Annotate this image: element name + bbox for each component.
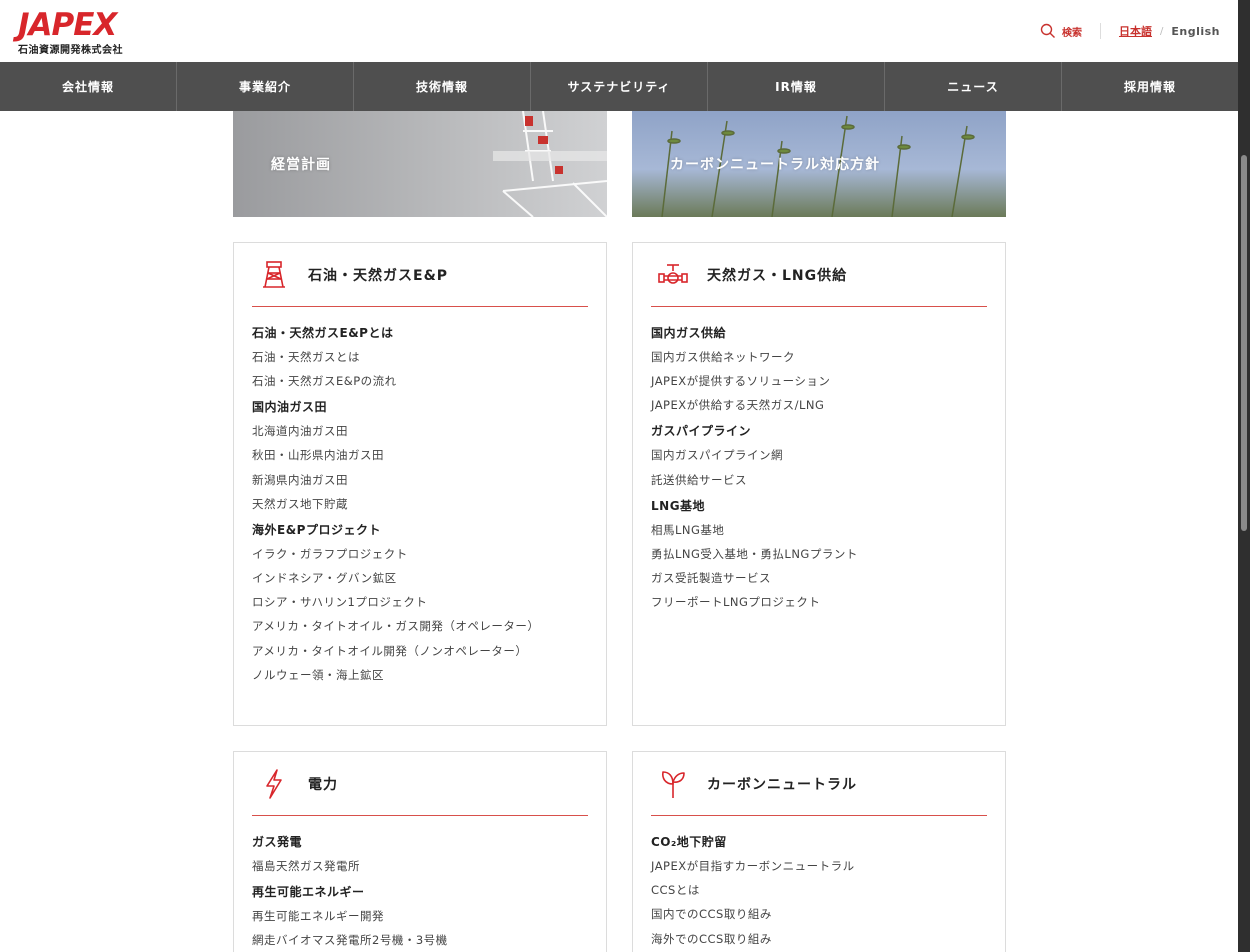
nav-item-ir[interactable]: IR情報: [708, 62, 885, 111]
carbon-neutral-policy-banner[interactable]: カーボンニュートラル対応方針: [632, 111, 1006, 217]
leaf-sprout-icon: [655, 766, 691, 802]
link-item[interactable]: フリーポートLNGプロジェクト: [651, 594, 987, 610]
power-card: 電力 ガス発電 福島天然ガス発電所 再生可能エネルギー 再生可能エネルギー開発 …: [233, 751, 607, 952]
link-item[interactable]: JAPEXが目指すカーボンニュートラル: [651, 858, 987, 874]
logo-mark: JAPEX: [18, 7, 117, 43]
lng-card-title: 天然ガス・LNG供給: [707, 267, 848, 284]
search-icon: [1040, 23, 1055, 38]
link-item[interactable]: 福島天然ガス発電所: [252, 858, 588, 874]
link-item[interactable]: 新潟県内油ガス田: [252, 472, 588, 488]
ep-group-about: 石油・天然ガスE&Pとは 石油・天然ガスとは 石油・天然ガスE&Pの流れ: [252, 325, 588, 389]
carbon-card-title: カーボンニュートラル: [707, 776, 857, 793]
page-scrollbar[interactable]: [1238, 0, 1250, 952]
lightning-icon: [256, 766, 292, 802]
management-plan-banner[interactable]: 経営計画: [233, 111, 607, 217]
carbon-neutral-policy-label: カーボンニュートラル対応方針: [670, 157, 880, 173]
scrollbar-thumb[interactable]: [1241, 155, 1247, 531]
link-item[interactable]: アメリカ・タイトオイル・ガス開発（オペレーター）: [252, 618, 588, 634]
header-utilities: 検索 日本語 / English: [1040, 20, 1220, 42]
power-card-header: 電力: [252, 752, 588, 816]
link-item[interactable]: 海外でのCCS取り組み: [651, 931, 987, 947]
ep-card: 石油・天然ガスE&P 石油・天然ガスE&Pとは 石油・天然ガスとは 石油・天然ガ…: [233, 242, 607, 726]
nav-item-news[interactable]: ニュース: [885, 62, 1062, 111]
group-title[interactable]: ガス発電: [252, 834, 588, 850]
gas-valve-icon: [655, 257, 691, 293]
carbon-card-header: カーボンニュートラル: [651, 752, 987, 816]
link-item[interactable]: 勇払LNG受入基地・勇払LNGプラント: [651, 546, 987, 562]
link-item[interactable]: 託送供給サービス: [651, 472, 987, 488]
link-item[interactable]: 秋田・山形県内油ガス田: [252, 447, 588, 463]
ep-group-overseas: 海外E&Pプロジェクト イラク・ガラフプロジェクト インドネシア・グバン鉱区 ロ…: [252, 522, 588, 683]
nav-item-business[interactable]: 事業紹介: [177, 62, 354, 111]
link-item[interactable]: JAPEXが提供するソリューション: [651, 373, 987, 389]
ep-card-header: 石油・天然ガスE&P: [252, 243, 588, 307]
japex-logo[interactable]: JAPEX 石油資源開発株式会社: [18, 7, 134, 57]
group-title[interactable]: 国内ガス供給: [651, 325, 987, 341]
header-divider: [1099, 23, 1101, 39]
group-title[interactable]: LNG基地: [651, 498, 987, 514]
nav-item-technology[interactable]: 技術情報: [354, 62, 531, 111]
lang-english-link[interactable]: English: [1171, 25, 1220, 38]
group-title[interactable]: 海外E&Pプロジェクト: [252, 522, 588, 538]
lang-japanese-link[interactable]: 日本語: [1119, 23, 1152, 39]
oil-derrick-icon: [256, 257, 292, 293]
ep-group-domestic: 国内油ガス田 北海道内油ガス田 秋田・山形県内油ガス田 新潟県内油ガス田 天然ガ…: [252, 399, 588, 512]
nav-item-recruit[interactable]: 採用情報: [1062, 62, 1238, 111]
link-item[interactable]: JAPEXが供給する天然ガス/LNG: [651, 397, 987, 413]
lng-group-pipeline: ガスパイプライン 国内ガスパイプライン網 託送供給サービス: [651, 423, 987, 487]
link-item[interactable]: 国内ガスパイプライン網: [651, 447, 987, 463]
group-title[interactable]: ガスパイプライン: [651, 423, 987, 439]
link-item[interactable]: インドネシア・グバン鉱区: [252, 570, 588, 586]
ep-card-title: 石油・天然ガスE&P: [308, 267, 449, 284]
link-item[interactable]: 国内でのCCS取り組み: [651, 906, 987, 922]
link-item[interactable]: 天然ガス地下貯蔵: [252, 496, 588, 512]
link-item[interactable]: イラク・ガラフプロジェクト: [252, 546, 588, 562]
power-card-title: 電力: [308, 776, 338, 793]
lang-separator: /: [1159, 25, 1164, 37]
carbon-card: カーボンニュートラル CO₂地下貯留 JAPEXが目指すカーボンニュートラル C…: [632, 751, 1006, 952]
carbon-group-ccs: CO₂地下貯留 JAPEXが目指すカーボンニュートラル CCSとは 国内でのCC…: [651, 834, 987, 947]
group-title[interactable]: 国内油ガス田: [252, 399, 588, 415]
power-group-gas: ガス発電 福島天然ガス発電所: [252, 834, 588, 874]
nav-item-sustainability[interactable]: サステナビリティ: [531, 62, 708, 111]
link-item[interactable]: ガス受託製造サービス: [651, 570, 987, 586]
lng-group-terminal: LNG基地 相馬LNG基地 勇払LNG受入基地・勇払LNGプラント ガス受託製造…: [651, 498, 987, 611]
lng-card: 天然ガス・LNG供給 国内ガス供給 国内ガス供給ネットワーク JAPEXが提供す…: [632, 242, 1006, 726]
lng-card-header: 天然ガス・LNG供給: [651, 243, 987, 307]
carbon-card-body: CO₂地下貯留 JAPEXが目指すカーボンニュートラル CCSとは 国内でのCC…: [651, 816, 987, 947]
management-plan-label: 経営計画: [271, 157, 331, 173]
link-item[interactable]: 再生可能エネルギー開発: [252, 908, 588, 924]
search-label: 検索: [1061, 27, 1082, 39]
power-group-renewable: 再生可能エネルギー 再生可能エネルギー開発 網走バイオマス発電所2号機・3号機: [252, 884, 588, 948]
link-item[interactable]: ロシア・サハリン1プロジェクト: [252, 594, 588, 610]
global-nav: 会社情報 事業紹介 技術情報 サステナビリティ IR情報 ニュース 採用情報: [0, 62, 1238, 111]
site-header: JAPEX 石油資源開発株式会社 検索 日本語 / English: [0, 0, 1238, 62]
link-item[interactable]: 相馬LNG基地: [651, 522, 987, 538]
search-button[interactable]: 検索: [1040, 23, 1082, 39]
power-card-body: ガス発電 福島天然ガス発電所 再生可能エネルギー 再生可能エネルギー開発 網走バ…: [252, 816, 588, 948]
lng-group-domestic-supply: 国内ガス供給 国内ガス供給ネットワーク JAPEXが提供するソリューション JA…: [651, 325, 987, 413]
group-title[interactable]: 再生可能エネルギー: [252, 884, 588, 900]
link-item[interactable]: 石油・天然ガスE&Pの流れ: [252, 373, 588, 389]
group-title[interactable]: 石油・天然ガスE&Pとは: [252, 325, 588, 341]
link-item[interactable]: 網走バイオマス発電所2号機・3号機: [252, 932, 588, 948]
link-item[interactable]: CCSとは: [651, 882, 987, 898]
link-item[interactable]: アメリカ・タイトオイル開発（ノンオペレーター）: [252, 643, 588, 659]
link-item[interactable]: 石油・天然ガスとは: [252, 349, 588, 365]
link-item[interactable]: 北海道内油ガス田: [252, 423, 588, 439]
link-item[interactable]: ノルウェー領・海上鉱区: [252, 667, 588, 683]
ep-card-body: 石油・天然ガスE&Pとは 石油・天然ガスとは 石油・天然ガスE&Pの流れ 国内油…: [252, 307, 588, 683]
group-title[interactable]: CO₂地下貯留: [651, 834, 987, 850]
lng-card-body: 国内ガス供給 国内ガス供給ネットワーク JAPEXが提供するソリューション JA…: [651, 307, 987, 610]
nav-item-company[interactable]: 会社情報: [0, 62, 177, 111]
link-item[interactable]: 国内ガス供給ネットワーク: [651, 349, 987, 365]
logo-company-name: 石油資源開発株式会社: [18, 45, 123, 56]
